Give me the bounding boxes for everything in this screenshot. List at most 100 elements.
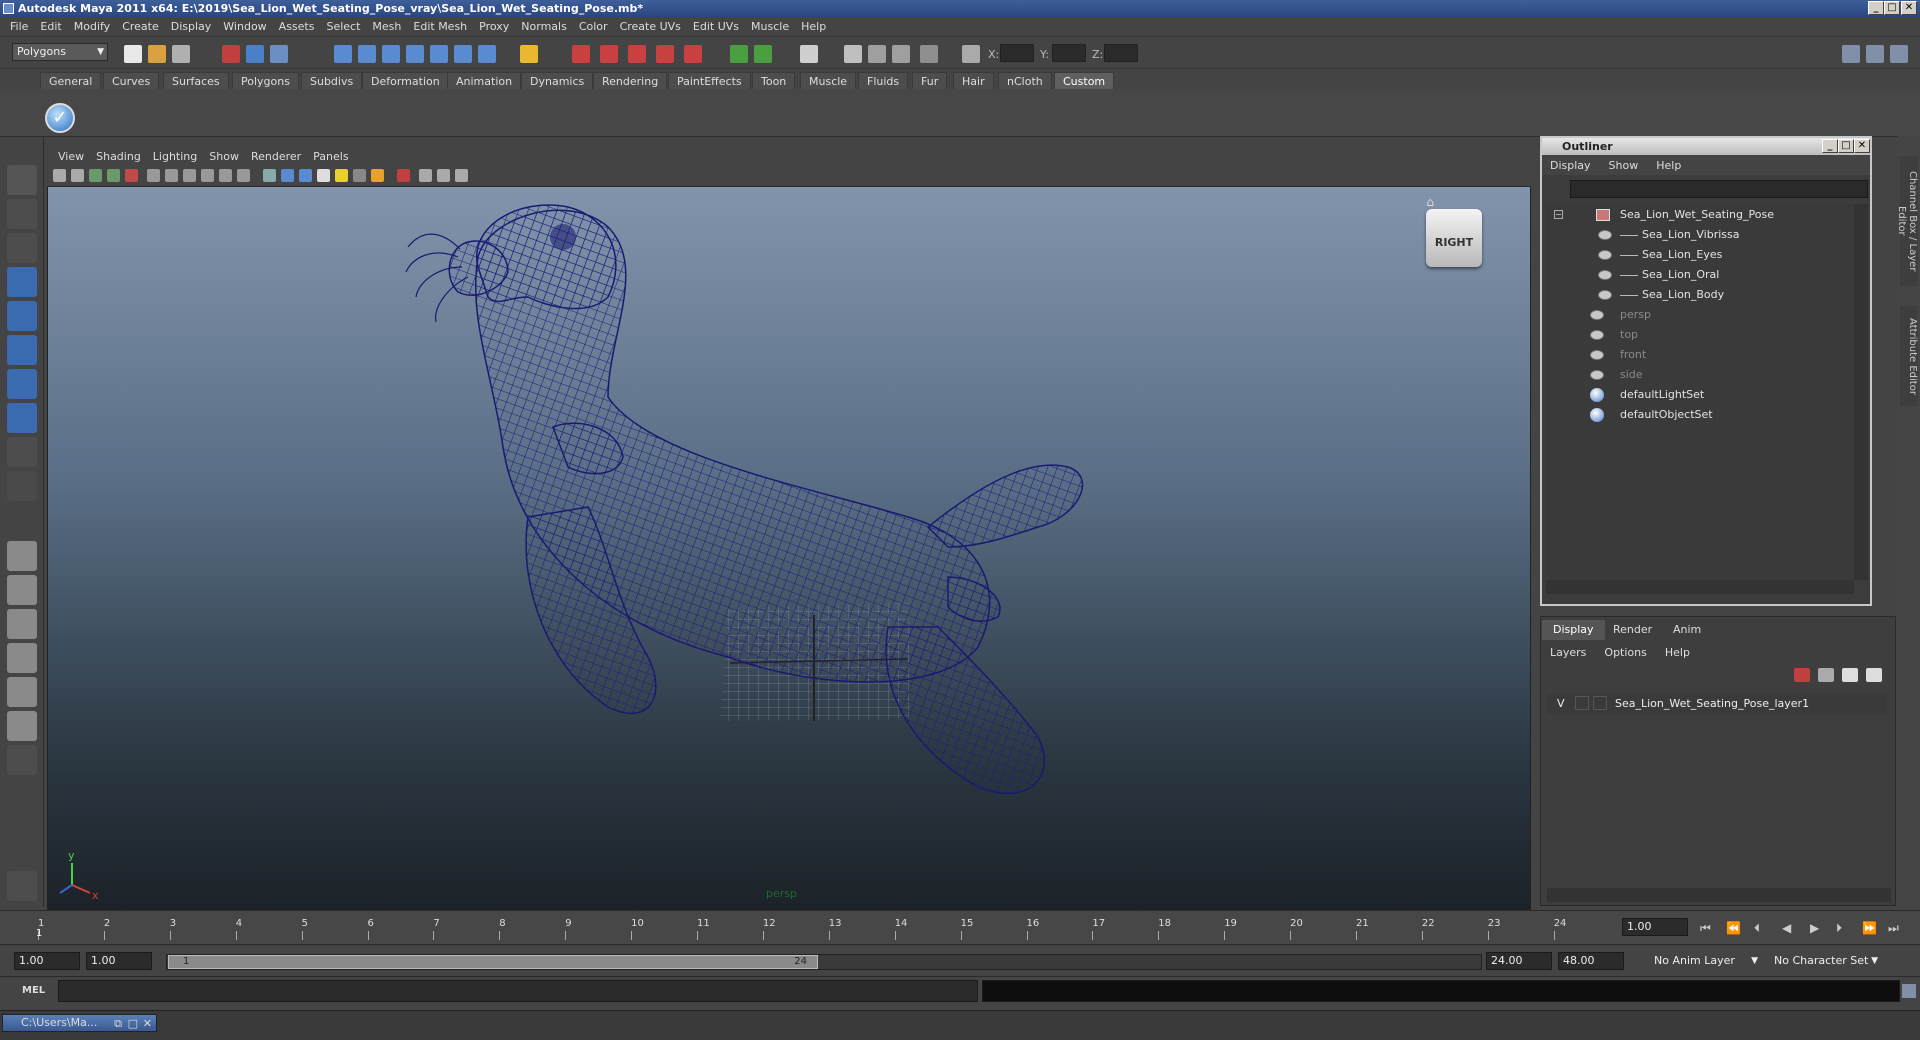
select-tool-icon[interactable] <box>7 165 37 195</box>
outliner-item[interactable]: Sea_Lion_Body <box>1546 286 1846 304</box>
timeline-playhead[interactable]: 1 <box>36 928 42 939</box>
show-manipulator-icon[interactable] <box>7 437 37 467</box>
layer-visibility-toggle[interactable]: V <box>1557 697 1565 710</box>
taskbar-maximize-icon[interactable]: □ <box>128 1016 138 1032</box>
shelf-tab-muscle[interactable]: Muscle <box>800 72 857 89</box>
play-forward-icon[interactable]: ▶ <box>1810 921 1819 935</box>
menu-modify[interactable]: Modify <box>68 20 116 33</box>
maximize-button[interactable]: □ <box>1884 1 1900 15</box>
menu-file[interactable]: File <box>4 20 34 33</box>
outliner-item[interactable]: Sea_Lion_Oral <box>1546 266 1846 284</box>
layer-row[interactable]: V Sea_Lion_Wet_Seating_Pose_layer1 <box>1547 694 1887 714</box>
mel-input[interactable] <box>58 980 978 1002</box>
shelf-tab-ncloth[interactable]: nCloth <box>998 72 1052 89</box>
menu-window[interactable]: Window <box>217 20 272 33</box>
range-handle[interactable]: 1 24 <box>168 955 818 969</box>
move-tool-icon[interactable] <box>7 267 37 297</box>
shelf-tab-polygons[interactable]: Polygons <box>232 72 299 89</box>
xray-joints-icon[interactable] <box>437 169 450 182</box>
shelf-tab-fluids[interactable]: Fluids <box>858 72 909 89</box>
go-to-end-icon[interactable]: ⏭ <box>1888 921 1899 936</box>
gate-mask-icon[interactable] <box>183 169 196 182</box>
layout-icon[interactable] <box>1842 45 1860 63</box>
shelf-tab-subdivs[interactable]: Subdivs <box>301 72 363 89</box>
attribute-editor-toggle-icon[interactable] <box>1890 45 1908 63</box>
taskbar-close-icon[interactable]: ✕ <box>143 1016 152 1032</box>
menu-help[interactable]: Help <box>795 20 832 33</box>
z-field[interactable] <box>1104 44 1138 62</box>
single-pane-icon[interactable] <box>7 541 37 571</box>
lights-icon[interactable] <box>335 169 348 182</box>
resolution-gate-icon[interactable] <box>165 169 178 182</box>
outliner-item[interactable]: front <box>1546 346 1846 364</box>
select-hierarchy-icon[interactable] <box>222 45 240 63</box>
home-icon[interactable]: ⌂ <box>1426 195 1434 209</box>
shelf-tab-fur[interactable]: Fur <box>912 72 948 89</box>
graph-editor-pane-icon[interactable] <box>7 643 37 673</box>
menu-normals[interactable]: Normals <box>515 20 573 33</box>
wireframe-on-shaded-icon[interactable] <box>299 169 312 182</box>
dope-sheet-pane-icon[interactable] <box>7 711 37 741</box>
layer-menu-layers[interactable]: Layers <box>1550 646 1604 659</box>
layer-tab-render[interactable]: Render <box>1602 620 1663 640</box>
vp-menu-panels[interactable]: Panels <box>307 150 354 163</box>
play-backward-icon[interactable]: ◀ <box>1782 921 1791 935</box>
magnet-icon[interactable] <box>572 45 590 63</box>
help-line-icon[interactable] <box>478 45 496 63</box>
ipr-render-icon[interactable] <box>868 45 886 63</box>
view-cube[interactable]: RIGHT <box>1426 209 1482 267</box>
image-plane-icon[interactable] <box>107 169 120 182</box>
outliner-item[interactable]: − Sea_Lion_Wet_Seating_Pose <box>1546 206 1846 224</box>
hypershade-pane-icon[interactable] <box>7 677 37 707</box>
anim-layer-dropdown[interactable]: No Anim Layer ▼ <box>1650 952 1760 970</box>
vp-menu-renderer[interactable]: Renderer <box>245 150 307 163</box>
outliner-item[interactable]: Sea_Lion_Eyes <box>1546 246 1846 264</box>
outliner-pane-icon[interactable] <box>7 609 37 639</box>
lock-icon[interactable] <box>520 45 538 63</box>
move-up-layer-icon[interactable] <box>1842 668 1858 682</box>
render-current-icon[interactable] <box>844 45 862 63</box>
field-chart-icon[interactable] <box>201 169 214 182</box>
open-scene-icon[interactable] <box>148 45 166 63</box>
outliner-item[interactable]: persp <box>1546 306 1846 324</box>
animation-start-field[interactable]: 1.00 <box>14 952 80 970</box>
playback-end-field[interactable]: 24.00 <box>1486 952 1552 970</box>
safe-title-icon[interactable] <box>237 169 250 182</box>
outliner-item[interactable]: defaultLightSet <box>1546 386 1846 404</box>
menu-edit[interactable]: Edit <box>34 20 67 33</box>
vp-menu-shading[interactable]: Shading <box>90 150 147 163</box>
shelf-tab-general[interactable]: General <box>40 72 102 89</box>
transform-field-icon[interactable] <box>962 45 980 63</box>
grid-toggle-icon[interactable] <box>125 169 138 182</box>
shelf-tab-animation[interactable]: Animation <box>447 72 522 89</box>
render-settings-icon[interactable] <box>892 45 910 63</box>
film-gate-icon[interactable] <box>147 169 160 182</box>
menu-select[interactable]: Select <box>320 20 366 33</box>
vp-menu-show[interactable]: Show <box>203 150 245 163</box>
backface-icon[interactable] <box>455 169 468 182</box>
layer-tab-anim[interactable]: Anim <box>1662 620 1712 640</box>
snap-point-icon[interactable] <box>382 45 400 63</box>
new-layer-selected-icon[interactable] <box>1818 668 1834 682</box>
magnet-view-icon[interactable] <box>656 45 674 63</box>
step-back-frame-icon[interactable]: ⏪ <box>1726 921 1741 935</box>
outliner-close-button[interactable]: ✕ <box>1854 139 1870 153</box>
magnet-point-icon[interactable] <box>628 45 646 63</box>
texture-icon[interactable] <box>317 169 330 182</box>
playback-start-field[interactable]: 1.00 <box>86 952 152 970</box>
layer-menu-options[interactable]: Options <box>1604 646 1664 659</box>
outliner-minimize-button[interactable]: _ <box>1822 139 1838 153</box>
menu-set-dropdown[interactable]: Polygons ▼ <box>12 43 108 61</box>
shelf-tab-hair[interactable]: Hair <box>953 72 994 89</box>
shelf-tab-surfaces[interactable]: Surfaces <box>163 72 229 89</box>
layer-horizontal-scrollbar[interactable] <box>1547 888 1891 902</box>
wireframe-icon[interactable] <box>263 169 276 182</box>
character-set-dropdown[interactable]: No Character Set ▼ <box>1770 952 1880 970</box>
scale-tool-icon[interactable] <box>7 335 37 365</box>
shadows-icon[interactable] <box>353 169 366 182</box>
shelf-tab-custom[interactable]: Custom <box>1054 72 1115 89</box>
select-component-icon[interactable] <box>270 45 288 63</box>
magnet-surface-icon[interactable] <box>684 45 702 63</box>
outliner-filter-input[interactable] <box>1570 180 1868 198</box>
expand-layouts-icon[interactable] <box>7 745 37 775</box>
